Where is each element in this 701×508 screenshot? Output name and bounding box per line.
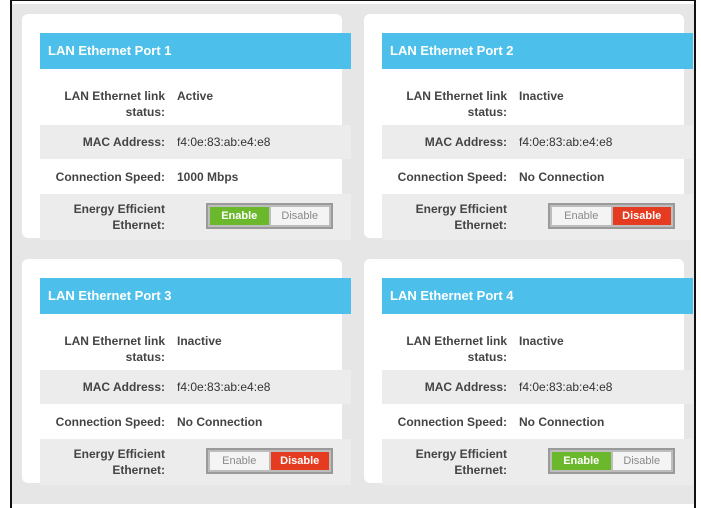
eee-row: Energy Efficient Ethernet: Enable Disabl… <box>40 439 351 485</box>
eee-toggle[interactable]: Enable Disable <box>206 203 333 229</box>
link-status-value: Active <box>177 89 214 103</box>
link-status-label: LAN Ethernet link status: <box>64 334 165 364</box>
eee-disable-button[interactable]: Disable <box>270 452 329 470</box>
mac-row: MAC Address: f4:0e:83:ab:e4:e8 <box>382 370 693 404</box>
eee-label: Energy Efficient Ethernet: <box>415 202 507 232</box>
port-panel-2: LAN Ethernet Port 2 LAN Ethernet link st… <box>358 8 693 244</box>
eee-enable-button[interactable]: Enable <box>552 207 611 225</box>
mac-value: f4:0e:83:ab:e4:e8 <box>519 380 613 394</box>
speed-value: No Connection <box>519 415 605 429</box>
port-title: LAN Ethernet Port 4 <box>382 278 693 314</box>
mac-value: f4:0e:83:ab:e4:e8 <box>177 135 271 149</box>
link-status-label: LAN Ethernet link status: <box>406 89 507 119</box>
port-panel-3: LAN Ethernet Port 3 LAN Ethernet link st… <box>16 253 351 489</box>
link-status-row: LAN Ethernet link status: Inactive <box>382 326 693 370</box>
mac-label: MAC Address: <box>424 135 507 149</box>
eee-disable-button[interactable]: Disable <box>612 452 671 470</box>
link-status-row: LAN Ethernet link status: Inactive <box>40 326 351 370</box>
speed-row: Connection Speed: No Connection <box>382 159 693 194</box>
eee-enable-button[interactable]: Enable <box>552 452 611 470</box>
mac-label: MAC Address: <box>82 135 165 149</box>
port-title: LAN Ethernet Port 2 <box>382 33 693 69</box>
link-status-label: LAN Ethernet link status: <box>406 334 507 364</box>
port-title: LAN Ethernet Port 3 <box>40 278 351 314</box>
eee-row: Energy Efficient Ethernet: Enable Disabl… <box>40 194 351 240</box>
link-status-value: Inactive <box>177 334 222 348</box>
eee-label: Energy Efficient Ethernet: <box>73 447 165 477</box>
mac-label: MAC Address: <box>82 380 165 394</box>
mac-value: f4:0e:83:ab:e4:e8 <box>519 135 613 149</box>
port-title: LAN Ethernet Port 1 <box>40 33 351 69</box>
speed-row: Connection Speed: 1000 Mbps <box>40 159 351 194</box>
link-status-row: LAN Ethernet link status: Inactive <box>382 81 693 125</box>
mac-row: MAC Address: f4:0e:83:ab:e4:e8 <box>382 125 693 159</box>
speed-label: Connection Speed: <box>397 170 507 184</box>
speed-label: Connection Speed: <box>55 170 165 184</box>
frame-border-top <box>10 0 696 1</box>
eee-toggle[interactable]: Enable Disable <box>206 448 333 474</box>
eee-disable-button[interactable]: Disable <box>612 207 671 225</box>
speed-value: 1000 Mbps <box>177 170 239 184</box>
eee-label: Energy Efficient Ethernet: <box>415 447 507 477</box>
link-status-label: LAN Ethernet link status: <box>64 89 165 119</box>
eee-row: Energy Efficient Ethernet: Enable Disabl… <box>382 194 693 240</box>
speed-row: Connection Speed: No Connection <box>40 404 351 439</box>
eee-enable-button[interactable]: Enable <box>210 207 269 225</box>
speed-value: No Connection <box>519 170 605 184</box>
link-status-row: LAN Ethernet link status: Active <box>40 81 351 125</box>
eee-enable-button[interactable]: Enable <box>210 452 269 470</box>
frame-border-right <box>694 0 696 508</box>
eee-toggle[interactable]: Enable Disable <box>548 203 675 229</box>
speed-value: No Connection <box>177 415 263 429</box>
speed-label: Connection Speed: <box>397 415 507 429</box>
link-status-value: Inactive <box>519 89 564 103</box>
eee-toggle[interactable]: Enable Disable <box>548 448 675 474</box>
eee-disable-button[interactable]: Disable <box>270 207 329 225</box>
mac-row: MAC Address: f4:0e:83:ab:e4:e8 <box>40 370 351 404</box>
eee-label: Energy Efficient Ethernet: <box>73 202 165 232</box>
speed-label: Connection Speed: <box>55 415 165 429</box>
port-panel-4: LAN Ethernet Port 4 LAN Ethernet link st… <box>358 253 693 489</box>
speed-row: Connection Speed: No Connection <box>382 404 693 439</box>
port-panel-1: LAN Ethernet Port 1 LAN Ethernet link st… <box>16 8 351 244</box>
link-status-value: Inactive <box>519 334 564 348</box>
mac-label: MAC Address: <box>424 380 507 394</box>
eee-row: Energy Efficient Ethernet: Enable Disabl… <box>382 439 693 485</box>
mac-row: MAC Address: f4:0e:83:ab:e4:e8 <box>40 125 351 159</box>
mac-value: f4:0e:83:ab:e4:e8 <box>177 380 271 394</box>
